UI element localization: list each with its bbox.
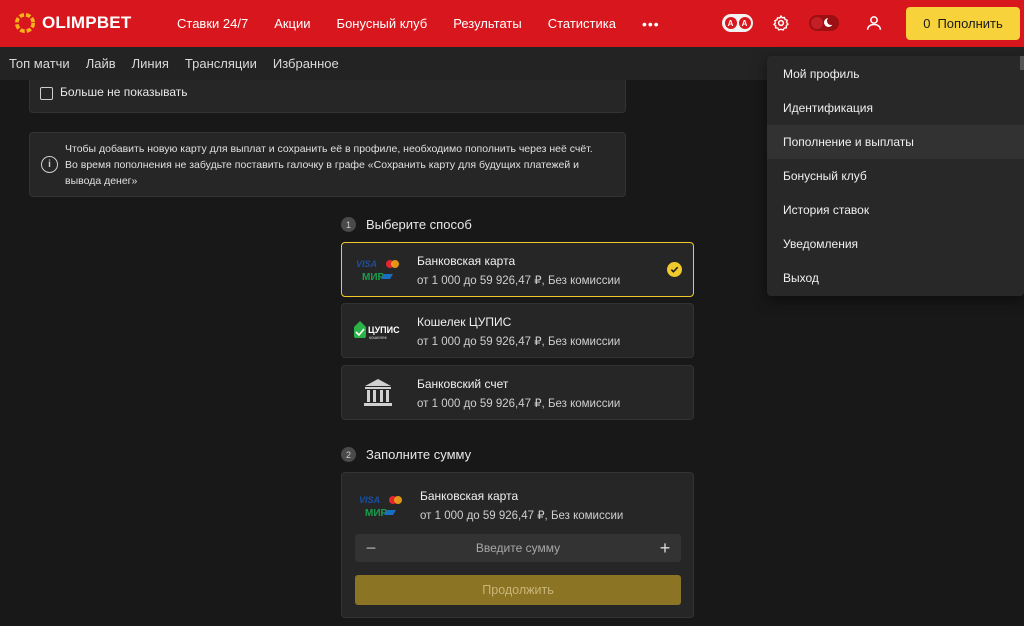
- visa-logo-text: VISA: [356, 259, 377, 269]
- info-line-2: Во время пополнения не забудьте поставит…: [65, 159, 580, 187]
- olimpbet-logo[interactable]: OLIMPBET: [14, 12, 131, 34]
- subnav-favorites[interactable]: Избранное: [273, 56, 339, 71]
- nav-statistics[interactable]: Статистика: [548, 16, 616, 31]
- mir-logo-text: МИР: [365, 508, 388, 519]
- method-cupis-wallet[interactable]: ЦУПИС кошелек Кошелек ЦУПИС от 1 000 до …: [341, 303, 694, 358]
- method-subtitle: от 1 000 до 59 926,47 ₽, Без комиссии: [417, 398, 621, 410]
- gear-icon[interactable]: [772, 14, 790, 32]
- amount-stepper: − +: [355, 534, 681, 562]
- more-menu-icon[interactable]: •••: [642, 16, 660, 32]
- nav-promotions[interactable]: Акции: [274, 16, 310, 31]
- user-icon[interactable]: [865, 14, 883, 32]
- visa-logo-text: VISA: [359, 495, 380, 505]
- step-2-title: Заполните сумму: [366, 447, 472, 462]
- dark-mode-toggle[interactable]: [809, 15, 839, 31]
- method-bank-card[interactable]: VISA МИР Банковская карта от 1 000 до 59…: [341, 242, 694, 297]
- deposit-button[interactable]: 0 Пополнить: [906, 7, 1020, 40]
- logo-text: OLIMPBET: [42, 13, 132, 32]
- subnav-live[interactable]: Лайв: [86, 56, 116, 71]
- continue-button[interactable]: Продолжить: [355, 575, 681, 605]
- step-1-title: Выберите способ: [366, 217, 472, 232]
- font-size-toggle[interactable]: A A: [722, 14, 753, 32]
- selected-method-subtitle: от 1 000 до 59 926,47 ₽, Без комиссии: [420, 510, 624, 522]
- balance-value: 0: [923, 16, 931, 31]
- menu-item-bonus-club[interactable]: Бонусный клуб: [767, 159, 1024, 193]
- info-text: Чтобы добавить новую карту для выплат и …: [65, 141, 605, 189]
- method-title: Банковская карта: [417, 254, 516, 268]
- check-circle-icon: [667, 262, 682, 277]
- subnav-line[interactable]: Линия: [132, 56, 169, 71]
- plus-icon[interactable]: +: [655, 537, 675, 559]
- menu-item-deposits-withdrawals[interactable]: Пополнение и выплаты: [767, 125, 1024, 159]
- menu-item-notifications[interactable]: Уведомления: [767, 227, 1024, 261]
- dont-show-panel: Больше не показывать: [29, 80, 626, 113]
- scrollbar-thumb[interactable]: [1020, 56, 1024, 70]
- method-subtitle: от 1 000 до 59 926,47 ₽, Без комиссии: [417, 275, 621, 287]
- bank-icon: [364, 379, 392, 406]
- step-2-number: 2: [341, 447, 356, 462]
- nav-bets-247[interactable]: Ставки 24/7: [177, 16, 248, 31]
- mir-logo-text: МИР: [362, 272, 385, 283]
- visa-mir-icon: VISA МИР: [356, 259, 399, 283]
- cupis-logo-text: ЦУПИС: [368, 325, 400, 335]
- amount-input[interactable]: [385, 534, 651, 562]
- toggle-knob: [811, 17, 823, 29]
- method-title: Кошелек ЦУПИС: [417, 315, 512, 329]
- info-icon: i: [41, 156, 58, 173]
- minus-icon[interactable]: −: [361, 537, 381, 559]
- step-1-heading: 1 Выберите способ: [341, 217, 472, 232]
- step-2-heading: 2 Заполните сумму: [341, 447, 471, 462]
- cupis-logo-subtext: кошелек: [369, 335, 387, 340]
- subnav-broadcasts[interactable]: Трансляции: [185, 56, 257, 71]
- dont-show-checkbox[interactable]: [40, 87, 53, 100]
- menu-item-profile[interactable]: Мой профиль: [767, 57, 1024, 91]
- deposit-label: Пополнить: [937, 16, 1003, 31]
- nav-bonus-club[interactable]: Бонусный клуб: [337, 16, 428, 31]
- menu-item-bet-history[interactable]: История ставок: [767, 193, 1024, 227]
- dont-show-label[interactable]: Больше не показывать: [60, 85, 188, 99]
- menu-item-identification[interactable]: Идентификация: [767, 91, 1024, 125]
- amount-panel: VISA МИР Банковская карта от 1 000 до 59…: [341, 472, 694, 618]
- font-size-a-small: A: [724, 17, 737, 29]
- info-notice: i Чтобы добавить новую карту для выплат …: [29, 132, 626, 197]
- nav-results[interactable]: Результаты: [453, 16, 521, 31]
- top-header: OLIMPBET Ставки 24/7 Акции Бонусный клуб…: [0, 0, 1024, 47]
- method-title: Банковский счет: [417, 377, 509, 391]
- method-bank-account[interactable]: Банковский счет от 1 000 до 59 926,47 ₽,…: [341, 365, 694, 420]
- subnav-top-matches[interactable]: Топ матчи: [9, 56, 70, 71]
- font-size-a-large: A: [738, 17, 751, 29]
- info-line-1: Чтобы добавить новую карту для выплат и …: [65, 143, 593, 155]
- moon-icon: [824, 17, 835, 27]
- cupis-icon: ЦУПИС кошелек: [354, 321, 400, 340]
- selected-method-title: Банковская карта: [420, 489, 519, 503]
- menu-item-logout[interactable]: Выход: [767, 261, 1024, 295]
- user-menu-dropdown: Мой профиль Идентификация Пополнение и в…: [767, 56, 1024, 296]
- method-subtitle: от 1 000 до 59 926,47 ₽, Без комиссии: [417, 336, 621, 348]
- step-1-number: 1: [341, 217, 356, 232]
- main-nav: Ставки 24/7 Акции Бонусный клуб Результа…: [177, 0, 660, 47]
- olimpbet-logo-icon: [14, 12, 36, 34]
- visa-mir-icon: VISA МИР: [359, 495, 402, 519]
